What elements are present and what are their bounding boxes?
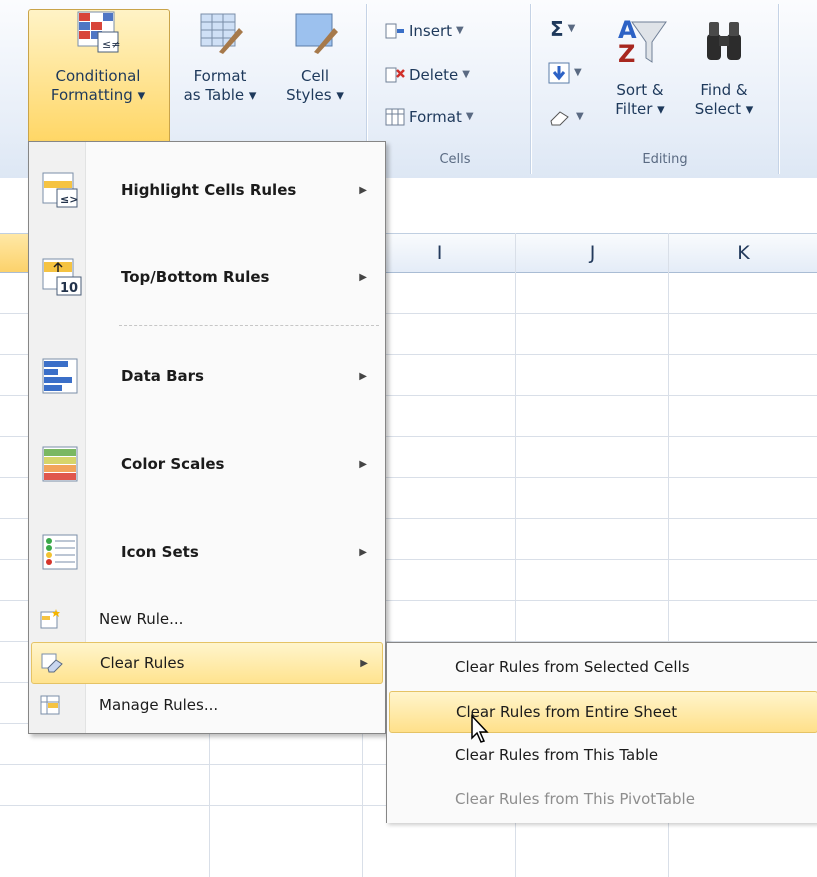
- sigma-icon: Σ: [550, 17, 564, 41]
- delete-label: Delete: [409, 66, 459, 84]
- submenu-arrow-icon: ▶: [360, 657, 368, 669]
- manage-rules-icon: [40, 695, 60, 715]
- fat-label-line1: Format: [193, 67, 247, 85]
- svg-text:10: 10: [60, 281, 78, 296]
- submenu-arrow-icon: ▶: [359, 370, 367, 382]
- menu-item-label: Color Scales: [121, 455, 225, 473]
- menu-item-label: Top/Bottom Rules: [121, 268, 270, 286]
- submenu-item-selected-cells[interactable]: Clear Rules from Selected Cells: [389, 647, 816, 687]
- column-header-j[interactable]: J: [515, 234, 669, 272]
- menu-item-label: Manage Rules...: [99, 696, 219, 714]
- icon-sets-icon: [42, 534, 78, 570]
- editing-group-label: Editing: [642, 152, 688, 167]
- top-bottom-icon: 10: [42, 258, 82, 296]
- dropdown-arrow-icon: ▼: [462, 69, 470, 80]
- selected-column-header[interactable]: [0, 234, 30, 272]
- menu-item-color-scales[interactable]: Color Scales ▶: [31, 420, 381, 508]
- column-header-k[interactable]: K: [668, 234, 817, 272]
- fat-label-line2: as Table ▾: [183, 86, 257, 104]
- mouse-cursor-icon: [471, 714, 489, 743]
- data-bars-icon: [42, 358, 78, 394]
- svg-text:Z: Z: [618, 40, 635, 68]
- fill-button[interactable]: ▼: [548, 60, 582, 86]
- sort-label-line2: Filter ▾: [615, 100, 665, 118]
- svg-text:≤>: ≤>: [60, 193, 78, 206]
- submenu-item-entire-sheet[interactable]: Clear Rules from Entire Sheet: [389, 691, 817, 733]
- conditional-formatting-icon: ≤≠: [77, 11, 120, 53]
- menu-separator: [119, 325, 379, 327]
- cf-label-line1: Conditional: [55, 67, 141, 85]
- clear-button[interactable]: ▼: [548, 104, 584, 130]
- clear-rules-submenu: Clear Rules from Selected Cells Clear Ru…: [386, 642, 817, 823]
- format-button[interactable]: Format ▼: [385, 104, 474, 130]
- conditional-formatting-label: ≤≠ Conditional Formatting ▾: [28, 8, 168, 105]
- find-label-line2: Select ▾: [694, 100, 754, 118]
- menu-item-highlight-cells-rules[interactable]: ≤> Highlight Cells Rules ▶: [31, 150, 381, 230]
- color-scales-icon: [42, 446, 78, 482]
- cs-label-line1: Cell: [300, 67, 330, 85]
- insert-label: Insert: [409, 22, 453, 40]
- conditional-formatting-menu: ≤> Highlight Cells Rules ▶ 10 Top/Bottom…: [28, 141, 386, 734]
- menu-item-label: New Rule...: [99, 610, 184, 628]
- fill-down-icon: [548, 62, 570, 84]
- cells-group-label: Cells: [439, 152, 471, 167]
- dropdown-arrow-icon: ▼: [576, 111, 584, 122]
- submenu-item-this-pivottable: Clear Rules from This PivotTable: [389, 779, 816, 819]
- highlight-cells-icon: ≤>: [42, 172, 78, 208]
- insert-button[interactable]: Insert ▼: [385, 18, 464, 44]
- submenu-arrow-icon: ▶: [359, 271, 367, 283]
- menu-item-data-bars[interactable]: Data Bars ▶: [31, 332, 381, 420]
- format-as-table-icon: [200, 13, 243, 54]
- dropdown-arrow-icon: ▼: [567, 23, 576, 34]
- svg-text:≤≠: ≤≠: [102, 38, 120, 51]
- delete-icon: [385, 67, 405, 83]
- cf-label-line2: Formatting ▾: [50, 86, 146, 104]
- menu-item-label: Clear Rules: [100, 654, 185, 672]
- submenu-arrow-icon: ▶: [359, 458, 367, 470]
- delete-button[interactable]: Delete ▼: [385, 62, 470, 88]
- cell-styles-button[interactable]: Cell Styles ▾: [272, 8, 358, 105]
- format-label: Format: [409, 108, 462, 126]
- submenu-arrow-icon: ▶: [359, 184, 367, 196]
- menu-item-manage-rules[interactable]: Manage Rules...: [31, 686, 381, 724]
- submenu-arrow-icon: ▶: [359, 546, 367, 558]
- ribbon-separator: [778, 4, 779, 174]
- menu-item-label: Icon Sets: [121, 543, 199, 561]
- sort-filter-button[interactable]: A Z Sort & Filter ▾: [604, 12, 676, 119]
- new-rule-icon: [40, 609, 60, 629]
- menu-item-label: Highlight Cells Rules: [121, 181, 297, 199]
- menu-item-top-bottom-rules[interactable]: 10 Top/Bottom Rules ▶: [31, 232, 381, 322]
- ribbon-separator: [530, 4, 531, 174]
- submenu-item-this-table[interactable]: Clear Rules from This Table: [389, 735, 816, 775]
- sort-label-line1: Sort &: [616, 81, 664, 99]
- cs-label-line2: Styles ▾: [286, 86, 344, 104]
- menu-item-label: Data Bars: [121, 367, 204, 385]
- find-label-line1: Find &: [700, 81, 748, 99]
- find-select-button[interactable]: Find & Select ▾: [678, 12, 770, 119]
- menu-item-clear-rules[interactable]: Clear Rules ▶: [31, 642, 383, 684]
- dropdown-arrow-icon: ▼: [574, 67, 582, 78]
- menu-item-icon-sets[interactable]: Icon Sets ▶: [31, 508, 381, 596]
- insert-icon: [385, 23, 404, 39]
- sort-filter-icon: A Z: [618, 16, 667, 68]
- dropdown-arrow-icon: ▼: [456, 25, 464, 36]
- format-cells-icon: [385, 108, 405, 126]
- dropdown-arrow-icon: ▼: [465, 111, 474, 122]
- submenu-item-label: Clear Rules from This PivotTable: [455, 790, 695, 808]
- autosum-button[interactable]: Σ ▼: [550, 16, 575, 42]
- submenu-item-label: Clear Rules from Selected Cells: [455, 658, 690, 676]
- format-as-table-button[interactable]: Format as Table ▾: [170, 8, 270, 105]
- binoculars-icon: [707, 22, 741, 60]
- eraser-icon: [550, 111, 569, 126]
- cell-styles-icon: [295, 13, 338, 54]
- clear-rules-icon: [41, 653, 63, 673]
- menu-item-new-rule[interactable]: New Rule...: [31, 600, 381, 638]
